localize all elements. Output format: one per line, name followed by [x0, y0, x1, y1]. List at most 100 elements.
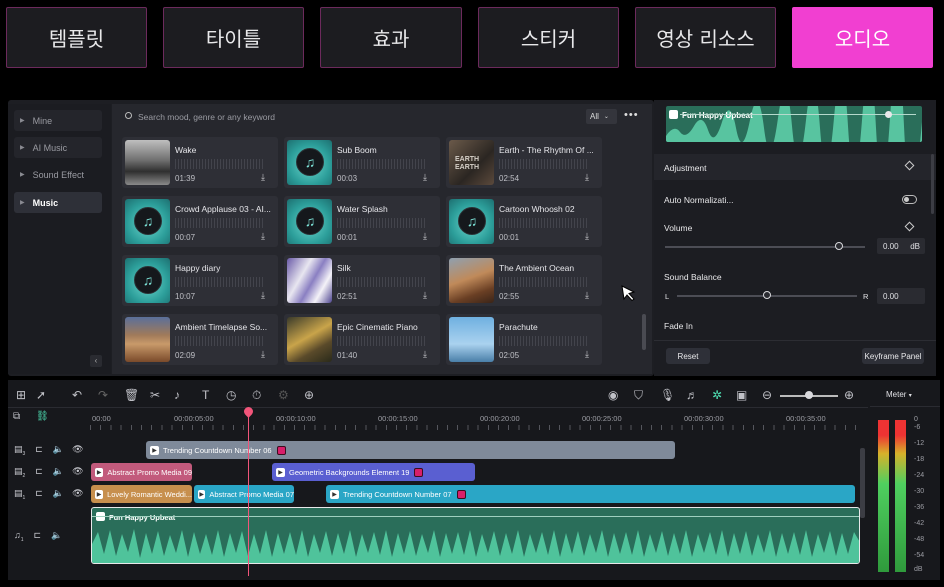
- zoom-out-icon[interactable]: ⊖: [762, 388, 772, 402]
- keyframe-icon[interactable]: [904, 221, 915, 232]
- folder-icon[interactable]: ⊏: [34, 530, 42, 540]
- tab-templates[interactable]: 템플릿: [6, 7, 147, 68]
- balance-input[interactable]: 0.00: [877, 288, 925, 304]
- list-item[interactable]: ♫ Happy diary 10:07 ⤓: [122, 255, 278, 306]
- balance-slider-handle[interactable]: [763, 291, 771, 299]
- list-item[interactable]: Wake 01:39 ⤓: [122, 137, 278, 188]
- download-icon[interactable]: ⤓: [261, 172, 265, 183]
- time-ruler[interactable]: [90, 425, 860, 430]
- download-icon[interactable]: ⤓: [423, 231, 427, 242]
- track-manager-icon[interactable]: ⧉: [13, 411, 20, 422]
- list-item[interactable]: Parachute 02:05 ⤓: [446, 314, 602, 365]
- list-item[interactable]: ♫ Water Splash 00:01 ⤓: [284, 196, 440, 247]
- speed-icon[interactable]: ◷: [226, 388, 236, 402]
- timer-icon[interactable]: ⏱: [252, 388, 261, 402]
- folder-icon[interactable]: ⊏: [35, 444, 43, 454]
- volume-slider-handle[interactable]: [835, 242, 843, 250]
- eye-icon[interactable]: 👁: [72, 444, 83, 454]
- link-icon[interactable]: ⛓: [36, 411, 49, 422]
- timeline-clip[interactable]: ▶ Lovely Romantic Weddi...: [91, 485, 192, 503]
- auto-reframe-icon[interactable]: ⚙: [278, 388, 289, 402]
- filter-dropdown[interactable]: All ⌄: [586, 109, 617, 124]
- speaker-icon[interactable]: 🔈: [51, 530, 62, 540]
- timeline-clip[interactable]: ▶ Abstract Promo Media 09: [91, 463, 192, 481]
- tab-effects[interactable]: 효과: [320, 7, 462, 68]
- scrollbar[interactable]: [642, 314, 646, 350]
- sidebar-item-sound-effect[interactable]: ▶ Sound Effect: [14, 164, 102, 185]
- marker-icon[interactable]: ⛉: [634, 388, 643, 402]
- folder-icon[interactable]: ⊏: [35, 466, 43, 476]
- audio-mix-icon[interactable]: ♬: [686, 388, 698, 402]
- volume-line[interactable]: [680, 114, 916, 115]
- volume-input[interactable]: 0.00 dB: [877, 238, 925, 254]
- eye-icon[interactable]: 👁: [72, 488, 83, 498]
- text-tool-icon[interactable]: T: [202, 388, 209, 402]
- scrollbar[interactable]: [860, 448, 865, 518]
- speaker-icon[interactable]: 🔈: [53, 444, 64, 454]
- audio-clip[interactable]: Fun Happy Upbeat: [91, 507, 860, 564]
- list-item[interactable]: ♫ Sub Boom 00:03 ⤓: [284, 137, 440, 188]
- search-input[interactable]: Search mood, genre or any keyword: [112, 104, 652, 130]
- download-icon[interactable]: ⤓: [423, 290, 427, 301]
- layout-grid-icon[interactable]: ⊞: [16, 388, 26, 402]
- render-icon[interactable]: ◉: [608, 388, 618, 402]
- zoom-slider-handle[interactable]: [805, 391, 813, 399]
- microphone-icon[interactable]: 🎙: [660, 388, 675, 402]
- more-options-icon[interactable]: •••: [624, 109, 639, 121]
- keyframe-icon[interactable]: [904, 160, 915, 171]
- list-item[interactable]: Epic Cinematic Piano 01:40 ⤓: [284, 314, 440, 365]
- zoom-in-icon[interactable]: ⊕: [844, 388, 854, 402]
- download-icon[interactable]: ⤓: [585, 172, 589, 183]
- speaker-icon[interactable]: 🔈: [53, 488, 64, 498]
- sidebar-item-ai-music[interactable]: ▶ AI Music: [14, 137, 102, 158]
- adjustment-header[interactable]: Adjustment: [654, 154, 936, 180]
- sidebar-item-music[interactable]: ▶ Music: [14, 192, 102, 213]
- timeline-clip[interactable]: ▶ Abstract Promo Media 07: [194, 485, 294, 503]
- audio-track-icon: ♫: [14, 530, 21, 540]
- list-item[interactable]: ♫ Crowd Applause 03 - AI... 00:07 ⤓: [122, 196, 278, 247]
- timeline-clip[interactable]: ▶ Geometric Backgrounds Element 19: [272, 463, 475, 481]
- track-thumbnail: ♫: [125, 258, 170, 303]
- redo-icon[interactable]: ↷: [98, 388, 108, 402]
- download-icon[interactable]: ⤓: [423, 349, 427, 360]
- meter-title[interactable]: Meter ▾: [886, 390, 912, 399]
- delete-icon[interactable]: 🗑: [124, 388, 139, 402]
- collapse-sidebar-icon[interactable]: ‹: [90, 355, 102, 367]
- snap-icon[interactable]: ✲: [712, 388, 722, 402]
- split-scissors-icon[interactable]: ✂: [150, 388, 160, 402]
- audio-edit-icon[interactable]: ♪: [174, 388, 180, 402]
- add-icon[interactable]: ⊕: [304, 388, 314, 402]
- folder-icon[interactable]: ⊏: [35, 488, 43, 498]
- list-item[interactable]: ♫ Cartoon Whoosh 02 00:01 ⤓: [446, 196, 602, 247]
- list-item[interactable]: Silk 02:51 ⤓: [284, 255, 440, 306]
- playhead[interactable]: [248, 409, 249, 576]
- tab-video-resources[interactable]: 영상 리소스: [635, 7, 776, 68]
- download-icon[interactable]: ⤓: [585, 231, 589, 242]
- pip-icon[interactable]: ▣: [736, 388, 747, 402]
- auto-normalization-toggle[interactable]: [902, 195, 917, 204]
- volume-line-handle[interactable]: [885, 111, 892, 118]
- tab-titles[interactable]: 타이틀: [163, 7, 304, 68]
- eye-icon[interactable]: 👁: [72, 466, 83, 476]
- download-icon[interactable]: ⤓: [261, 290, 265, 301]
- download-icon[interactable]: ⤓: [585, 290, 589, 301]
- tab-audio[interactable]: 오디오: [792, 7, 933, 68]
- tab-stickers[interactable]: 스티커: [478, 7, 619, 68]
- download-icon[interactable]: ⤓: [261, 349, 265, 360]
- timeline-clip[interactable]: ▶ Trending Countdown Number 06: [146, 441, 675, 459]
- undo-icon[interactable]: ↶: [72, 388, 82, 402]
- reset-button[interactable]: Reset: [666, 348, 710, 364]
- download-icon[interactable]: ⤓: [423, 172, 427, 183]
- speaker-icon[interactable]: 🔈: [53, 466, 64, 476]
- download-icon[interactable]: ⤓: [585, 349, 589, 360]
- scrollbar[interactable]: [931, 154, 934, 214]
- keyframe-panel-button[interactable]: Keyframe Panel: [862, 348, 924, 364]
- sidebar-item-mine[interactable]: ▶ Mine: [14, 110, 102, 131]
- volume-line[interactable]: [92, 516, 859, 517]
- list-item[interactable]: EARTH EARTH Earth - The Rhythm Of ... 02…: [446, 137, 602, 188]
- list-item[interactable]: Ambient Timelapse So... 02:09 ⤓: [122, 314, 278, 365]
- timeline-clip[interactable]: ▶ Trending Countdown Number 07: [326, 485, 855, 503]
- select-arrow-icon[interactable]: ➚: [36, 388, 46, 402]
- list-item[interactable]: The Ambient Ocean 02:55 ⤓: [446, 255, 602, 306]
- download-icon[interactable]: ⤓: [261, 231, 265, 242]
